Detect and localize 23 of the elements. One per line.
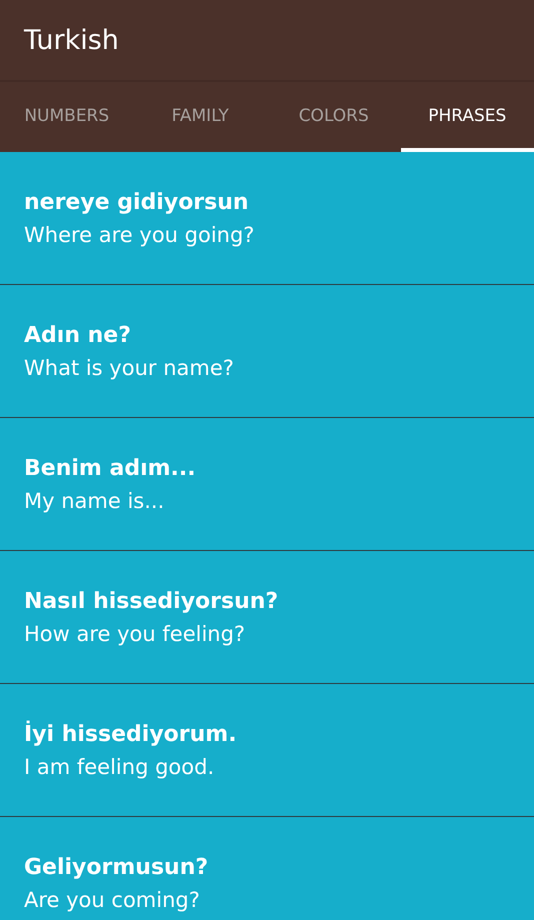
- phrase-item[interactable]: Geliyormusun? Are you coming?: [0, 817, 534, 920]
- turkish-phrase: Benim adım...: [24, 456, 197, 480]
- turkish-phrase: nereye gidiyorsun: [24, 190, 250, 214]
- turkish-phrase: İyi hissediyorum.: [24, 722, 238, 746]
- english-translation: Are you coming?: [24, 888, 201, 912]
- english-translation: How are you feeling?: [24, 622, 246, 646]
- tab[interactable]: FAMILY: [134, 82, 267, 152]
- tab[interactable]: NUMBERS: [0, 82, 134, 152]
- phrase-item[interactable]: nereye gidiyorsun Where are you going?: [0, 152, 534, 285]
- english-translation: What is your name?: [24, 356, 235, 380]
- app-title: Turkish: [24, 24, 119, 56]
- phrase-item[interactable]: İyi hissediyorum. I am feeling good.: [0, 684, 534, 817]
- turkish-phrase: Geliyormusun?: [24, 854, 210, 880]
- turkish-phrase: Adın ne?: [24, 322, 132, 348]
- phrase-item[interactable]: Adın ne? What is your name?: [0, 285, 534, 418]
- phrase-item[interactable]: Nasıl hissediyorsun? How are you feeling?: [0, 551, 534, 684]
- phrase-item[interactable]: Benim adım... My name is...: [0, 418, 534, 551]
- english-translation: My name is...: [24, 488, 166, 512]
- turkish-phrase: Nasıl hissediyorsun?: [24, 588, 280, 614]
- english-translation: Where are you going?: [24, 222, 256, 246]
- tab[interactable]: COLORS: [267, 82, 400, 152]
- english-translation: I am feeling good.: [24, 754, 216, 778]
- tab[interactable]: PHRASES: [400, 82, 534, 152]
